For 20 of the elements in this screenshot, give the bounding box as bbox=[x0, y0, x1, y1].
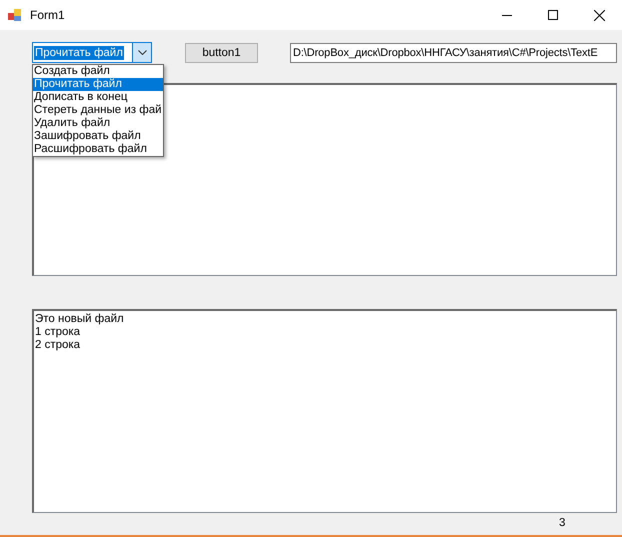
chevron-down-icon bbox=[138, 50, 146, 55]
action-dropdown[interactable]: Прочитать файл bbox=[32, 42, 152, 63]
dropdown-item[interactable]: Создать файл bbox=[33, 65, 163, 78]
button1-button[interactable]: button1 bbox=[185, 43, 258, 63]
dropdown-item[interactable]: Расшифровать файл bbox=[33, 143, 163, 156]
window-title: Form1 bbox=[30, 8, 65, 22]
count-label: 3 bbox=[559, 517, 566, 529]
app-icon bbox=[8, 8, 22, 22]
text-line: 1 строка bbox=[35, 326, 82, 339]
dropdown-item[interactable]: Зашифровать файл bbox=[33, 130, 163, 143]
dropdown-item[interactable]: Прочитать файл bbox=[33, 78, 163, 91]
output-text-box[interactable]: Это новый файл 1 строка 2 строка bbox=[32, 309, 617, 513]
path-field[interactable]: D:\DropBox_диск\Dropbox\ННГАСУ\занятия\C#\Projects\TextE bbox=[290, 43, 617, 63]
text-line: Это новый файл bbox=[35, 313, 125, 326]
text-line: 2 строка bbox=[35, 339, 82, 352]
dropdown-item[interactable]: Стереть данные из фай bbox=[33, 104, 163, 117]
dropdown-item[interactable]: Удалить файл bbox=[33, 117, 163, 130]
close-icon bbox=[594, 10, 604, 20]
dropdown-item[interactable]: Дописать в конец bbox=[33, 91, 163, 104]
maximize-icon bbox=[548, 10, 558, 20]
